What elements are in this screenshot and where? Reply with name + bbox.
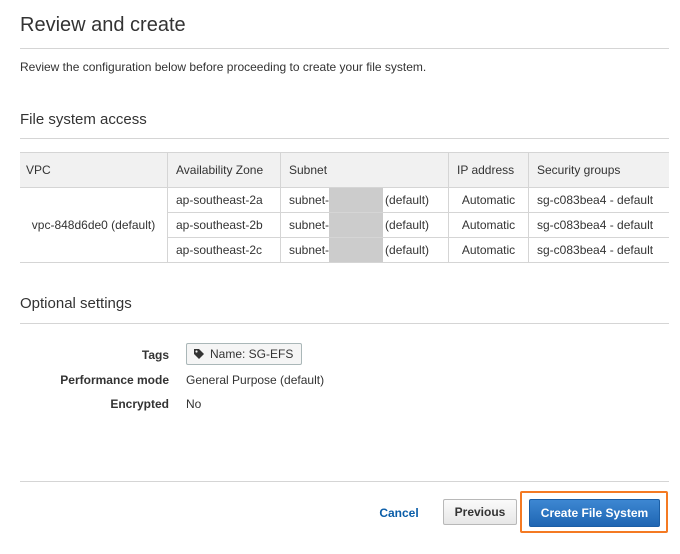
file-system-access-title: File system access [20,111,147,128]
optional-settings-title: Optional settings [20,295,132,312]
subnet-prefix: subnet- [289,243,330,257]
previous-button[interactable]: Previous [443,499,517,525]
optional-divider [20,323,669,324]
subnet-suffix: (default) [385,243,430,257]
header-vpc: VPC [20,152,168,188]
footer-divider [20,481,669,482]
subnet-value: subnet- (default) [280,212,449,238]
performance-mode-value: General Purpose (default) [186,373,325,387]
tags-label: Tags [141,348,169,362]
header-subnet: Subnet [280,152,449,188]
subnet-prefix: subnet- [289,193,330,207]
tags-row: Tags Name: SG-EFS [20,343,669,368]
ip-value: Automatic [448,237,529,263]
header-security-groups: Security groups [528,152,669,188]
access-divider [20,138,669,139]
subnet-value: subnet- (default) [280,237,449,263]
file-system-access-table: VPC Availability Zone Subnet IP address … [20,152,669,263]
security-group-value: sg-c083bea4 - default [528,237,669,263]
az-value: ap-southeast-2b [167,212,281,238]
table-header-row: VPC Availability Zone Subnet IP address … [20,152,669,188]
header-ip-address: IP address [448,152,529,188]
ip-value: Automatic [448,187,529,213]
tag-chip[interactable]: Name: SG-EFS [186,343,303,365]
security-group-value: sg-c083bea4 - default [528,187,669,213]
subnet-suffix: (default) [385,218,430,232]
security-group-value: sg-c083bea4 - default [528,212,669,238]
az-value: ap-southeast-2a [167,187,281,213]
title-divider [20,48,669,49]
cancel-button[interactable]: Cancel [370,500,428,526]
encrypted-row: Encrypted No [20,397,669,417]
subnet-value: subnet- (default) [280,187,449,213]
ip-value: Automatic [448,212,529,238]
vpc-value: vpc-848d6de0 (default) [20,187,168,263]
encrypted-value: No [186,397,202,411]
tag-icon [194,349,204,359]
subnet-redaction [329,188,384,212]
subnet-suffix: (default) [385,193,430,207]
subnet-redaction [329,238,384,262]
table-row: vpc-848d6de0 (default) ap-southeast-2a s… [20,187,669,263]
subnet-prefix: subnet- [289,218,330,232]
subnet-redaction [329,213,384,237]
create-file-system-button[interactable]: Create File System [529,499,660,527]
performance-mode-label: Performance mode [60,373,169,387]
page-title: Review and create [20,14,186,36]
intro-text: Review the configuration below before pr… [20,60,427,74]
performance-mode-row: Performance mode General Purpose (defaul… [20,373,669,393]
az-value: ap-southeast-2c [167,237,281,263]
encrypted-label: Encrypted [110,397,169,411]
tag-value: Name: SG-EFS [210,347,294,361]
header-availability-zone: Availability Zone [167,152,281,188]
